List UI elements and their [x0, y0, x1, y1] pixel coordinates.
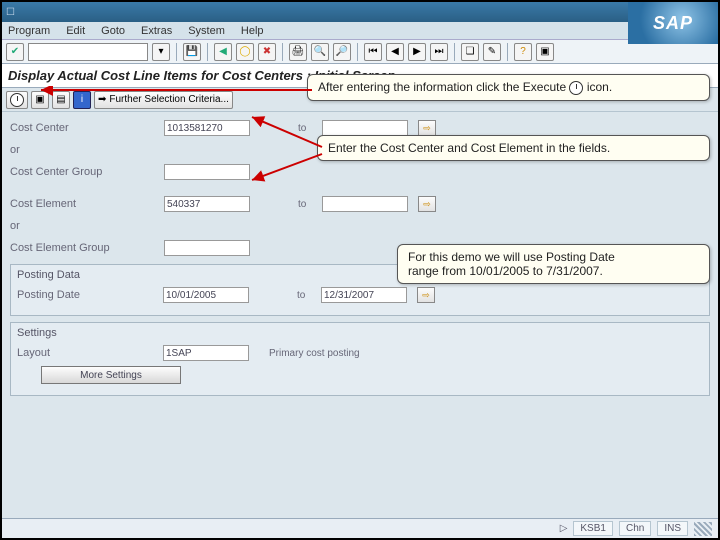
posting-date-to-input[interactable]: 12/31/2007: [321, 287, 407, 303]
standard-toolbar: ✔ ▾ 💾 ◀ ◯ ✖ 🖨 🔍 🔎 ⏮ ◀ ▶ ⏭ ❏ ✎ ? ▣: [2, 40, 718, 64]
layout-icon[interactable]: ▣: [536, 43, 554, 61]
cost-center-group-input[interactable]: [164, 164, 250, 180]
layout-description: Primary cost posting: [269, 348, 360, 359]
posting-date-from-input[interactable]: 10/01/2005: [163, 287, 249, 303]
to-label: to: [298, 123, 318, 134]
window-titlebar: ☐: [2, 2, 718, 22]
shortcut-icon[interactable]: ✎: [483, 43, 501, 61]
menu-system[interactable]: System: [188, 25, 225, 37]
status-client: Chn: [619, 521, 651, 536]
first-page-icon[interactable]: ⏮: [364, 43, 382, 61]
prev-page-icon[interactable]: ◀: [386, 43, 404, 61]
status-mode: INS: [657, 521, 688, 536]
or-label: or: [10, 144, 160, 156]
cost-element-label: Cost Element: [10, 198, 160, 210]
help-icon[interactable]: ?: [514, 43, 532, 61]
more-settings-button[interactable]: More Settings: [41, 366, 181, 384]
new-session-icon[interactable]: ❏: [461, 43, 479, 61]
menu-help[interactable]: Help: [241, 25, 264, 37]
exit-icon[interactable]: ◯: [236, 43, 254, 61]
cost-element-group-label: Cost Element Group: [10, 242, 160, 254]
menu-edit[interactable]: Edit: [66, 25, 85, 37]
sap-logo: SAP: [628, 2, 718, 44]
print-icon[interactable]: 🖨: [289, 43, 307, 61]
command-field[interactable]: [28, 43, 148, 61]
to-label-2: to: [298, 199, 318, 210]
menu-program[interactable]: Program: [8, 25, 50, 37]
find-next-icon[interactable]: 🔎: [333, 43, 351, 61]
callout-fields: Enter the Cost Center and Cost Element i…: [317, 135, 710, 161]
posting-date-label: Posting Date: [17, 289, 159, 301]
settings-group: Settings Layout 1SAP Primary cost postin…: [10, 322, 710, 396]
resize-grip[interactable]: [694, 522, 712, 536]
cost-center-to-input[interactable]: [322, 120, 408, 136]
cost-center-group-label: Cost Center Group: [10, 166, 160, 178]
menu-goto[interactable]: Goto: [101, 25, 125, 37]
cost-element-group-input[interactable]: [164, 240, 250, 256]
cost-center-from-input[interactable]: 1013581270: [164, 120, 250, 136]
layout-label: Layout: [17, 347, 159, 359]
info-icon[interactable]: i: [73, 91, 91, 109]
find-icon[interactable]: 🔍: [311, 43, 329, 61]
multiple-selection-icon-3[interactable]: ⇨: [417, 287, 435, 303]
cancel-icon[interactable]: ✖: [258, 43, 276, 61]
execute-icon-inline: [569, 81, 583, 95]
execute-icon[interactable]: [6, 91, 28, 109]
cost-element-to-input[interactable]: [322, 196, 408, 212]
status-tcode: KSB1: [573, 521, 613, 536]
dropdown-icon[interactable]: ▾: [152, 43, 170, 61]
save-icon[interactable]: 💾: [183, 43, 201, 61]
next-page-icon[interactable]: ▶: [408, 43, 426, 61]
settings-title: Settings: [17, 327, 703, 339]
menu-extras[interactable]: Extras: [141, 25, 172, 37]
last-page-icon[interactable]: ⏭: [430, 43, 448, 61]
or-label-2: or: [10, 220, 160, 232]
multiple-selection-icon[interactable]: ⇨: [418, 120, 436, 136]
cost-center-label: Cost Center: [10, 122, 160, 134]
back-icon[interactable]: ◀: [214, 43, 232, 61]
to-label-3: to: [297, 290, 317, 301]
variant-icon[interactable]: ▣: [31, 91, 49, 109]
layout-input[interactable]: 1SAP: [163, 345, 249, 361]
menu-bar: Program Edit Goto Extras System Help: [2, 22, 718, 40]
variant2-icon[interactable]: ▤: [52, 91, 70, 109]
cost-element-from-input[interactable]: 540337: [164, 196, 250, 212]
further-selection-button[interactable]: ➡ Further Selection Criteria...: [94, 91, 233, 109]
status-bar: ▷ KSB1 Chn INS: [2, 518, 718, 538]
enter-icon[interactable]: ✔: [6, 43, 24, 61]
callout-posting: For this demo we will use Posting Datera…: [397, 244, 710, 284]
callout-execute: After entering the information click the…: [307, 74, 710, 101]
multiple-selection-icon-2[interactable]: ⇨: [418, 196, 436, 212]
